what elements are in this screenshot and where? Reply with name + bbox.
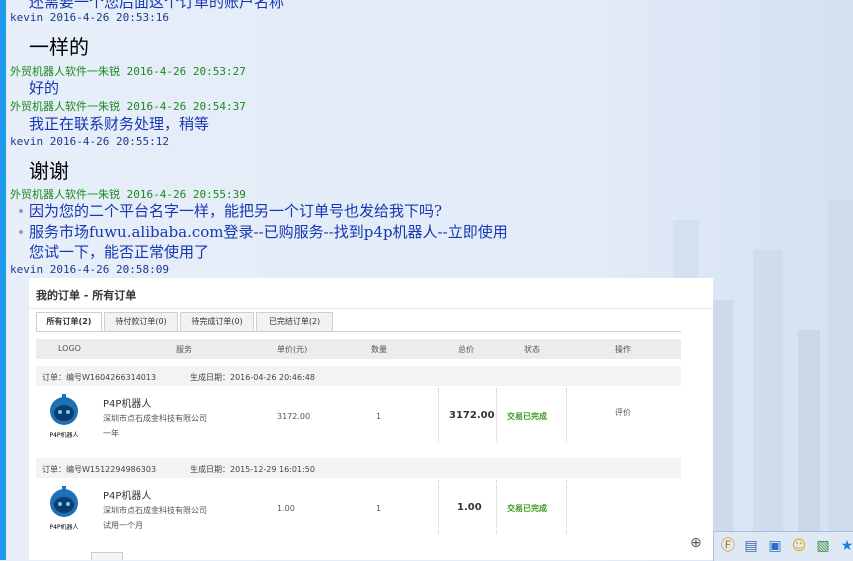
svg-text:P4P机器人: P4P机器人 [49,523,78,531]
product-name[interactable]: P4P机器人 [103,395,151,410]
quantity: 1 [376,412,382,421]
tab-completed[interactable]: 已完结订单(2) [256,312,333,332]
message-line: 服务市场fuwu.alibaba.com登录--已购服务--找到p4p机器人--… [29,223,508,241]
order-number: 订单：编号W1512294986303 [42,465,157,474]
quantity: 1 [376,504,382,513]
message-text: 谢谢 [29,159,69,183]
bullet-dot [19,230,23,234]
divider [496,480,498,534]
col-service: 服务 [176,345,192,354]
order-row: P4P机器人 P4P机器人 深圳市点石成金科技有限公司 试用一个月 1.00 1… [36,480,681,544]
divider [438,480,440,534]
font-icon[interactable]: Ⓕ [719,537,737,555]
tab-all-orders[interactable]: 所有订单(2) [36,312,102,332]
message-header: kevin 2016-4-26 20:55:12 [10,135,169,148]
message-line: 因为您的二个平台名字一样，能把另一个订单号也发给我下吗? [29,202,443,220]
divider [566,388,568,442]
message-text: 我正在联系财务处理，稍等 [29,115,210,133]
message-header: kevin 2016-4-26 20:58:09 [10,263,169,276]
order-number: 订单：编号W1604266314013 [42,373,157,382]
divider [496,388,498,442]
tab-pending-complete[interactable]: 待完成订单(0) [180,312,254,332]
svg-text:P4P机器人: P4P机器人 [49,431,78,439]
message-header: 外贸机器人软件一朱锐 2016-4-26 20:54:37 [10,100,246,113]
order-date: 生成日期：2016-04-26 20:46:48 [190,373,315,382]
message-text: 一样的 [29,35,89,59]
image-icon[interactable]: ▧ [814,537,832,555]
order-screenshot-image[interactable]: 我的订单 - 所有订单 所有订单(2) 待付款订单(0) 待完成订单(0) 已完… [29,278,713,560]
service-term: 一年 [103,429,119,438]
order-row: P4P机器人 P4P机器人 深圳市点石成金科技有限公司 一年 3172.00 1… [36,388,681,452]
col-status: 状态 [524,345,540,354]
col-qty: 数量 [371,345,387,354]
bullet-dot [19,209,23,213]
service-term: 试用一个月 [103,521,143,530]
divider [438,388,440,442]
tab-pending-payment[interactable]: 待付款订单(0) [104,312,178,332]
save-icon[interactable]: ▤ [742,537,760,555]
message-line: 您试一下，能否正常使用了 [29,243,210,261]
star-icon[interactable]: ★ [838,537,853,555]
message-text: 好的 [29,79,60,97]
unit-price: 1.00 [277,504,295,513]
screen-icon[interactable]: ▣ [766,537,784,555]
col-action: 操作 [615,345,631,354]
vendor-name: 深圳市点石成金科技有限公司 [103,506,207,515]
order-status: 交易已完成 [507,412,547,421]
order-date: 生成日期：2015-12-29 16:01:50 [190,465,315,474]
divider [566,480,568,534]
total-price: 3172.00 [449,410,495,421]
emoji-icon[interactable]: ☺ [790,537,808,555]
p4p-robot-logo-icon: P4P机器人 [49,394,79,439]
unit-price: 3172.00 [277,412,311,421]
p4p-robot-logo-icon: P4P机器人 [49,486,79,531]
zoom-icon[interactable]: ⊕ [690,535,702,551]
message-header: kevin 2016-4-26 20:53:16 [10,11,169,24]
col-logo: LOGO [58,344,81,353]
review-link[interactable]: 评价 [615,407,631,418]
order-status: 交易已完成 [507,504,547,513]
total-price: 1.00 [457,502,482,513]
pagination[interactable] [91,552,123,560]
col-price: 单价(元) [277,345,308,354]
vendor-name: 深圳市点石成金科技有限公司 [103,414,207,423]
product-name[interactable]: P4P机器人 [103,487,151,502]
left-accent-bar [0,0,6,560]
col-total: 总价 [458,345,474,354]
table-header: LOGO 服务 单价(元) 数量 总价 状态 操作 [36,339,681,359]
chat-toolbar: Ⓕ ▤ ▣ ☺ ▧ ★ [713,531,853,561]
orders-title: 我的订单 - 所有订单 [36,289,137,302]
order-header: 订单：编号W1604266314013 生成日期：2016-04-26 20:4… [36,366,681,386]
divider [36,331,681,332]
order-header: 订单：编号W1512294986303 生成日期：2015-12-29 16:0… [36,458,681,478]
divider [29,308,713,309]
